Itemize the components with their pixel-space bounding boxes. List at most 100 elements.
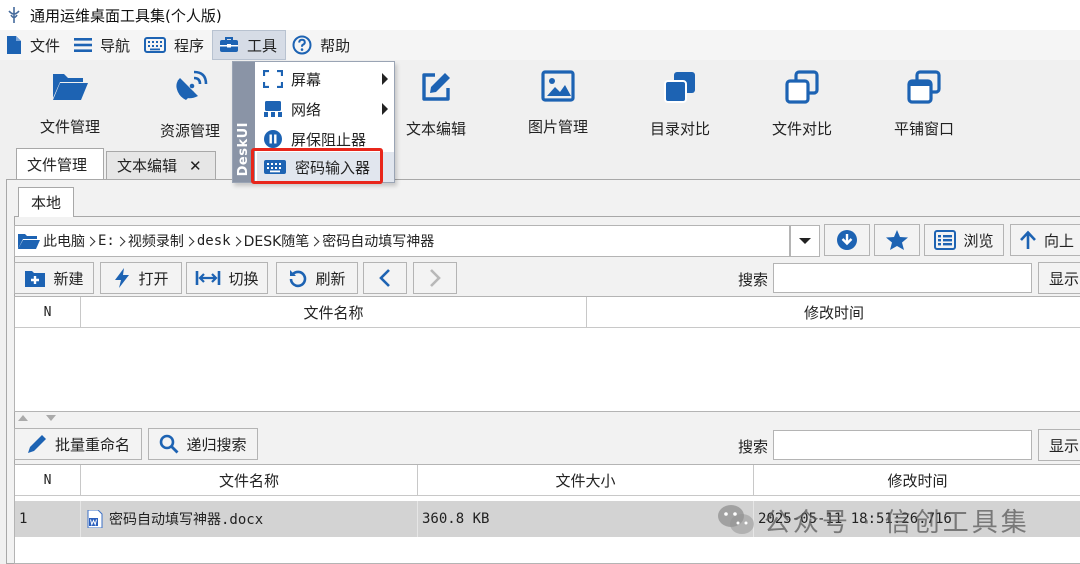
add-folder-icon bbox=[25, 271, 46, 287]
browse-button[interactable]: 浏览 bbox=[924, 224, 1004, 256]
tab-text-editor-label: 文本编辑 bbox=[117, 157, 178, 175]
breadcrumb-label: desk bbox=[196, 233, 231, 249]
lightning-icon bbox=[115, 268, 130, 288]
new-button[interactable]: 新建 bbox=[14, 262, 94, 294]
watermark: 公众号 · 信创工具集 bbox=[716, 500, 1030, 540]
path-dropdown-button[interactable] bbox=[790, 225, 820, 257]
toolbar-tile-windows-label: 平铺窗口 bbox=[893, 120, 954, 138]
menu-tools-label: 工具 bbox=[247, 36, 278, 55]
menu-programs-label: 程序 bbox=[174, 36, 205, 55]
path-bar[interactable]: 此电脑 E: 视频录制 desk DESK随笔 密码自动填写神器 bbox=[14, 225, 790, 257]
stacked-squares-icon bbox=[664, 72, 695, 103]
menu-item-screen[interactable]: 屏幕 bbox=[257, 64, 394, 94]
toolbar-image-manager[interactable]: 图片管理 bbox=[498, 62, 618, 152]
up-button[interactable]: 向上 bbox=[1010, 224, 1080, 256]
download-circle-icon bbox=[837, 230, 857, 250]
column-header-name[interactable]: 文件名称 bbox=[81, 297, 587, 328]
toolbox-icon bbox=[220, 37, 239, 52]
menu-item-screensaver-blocker-label: 屏保阻止器 bbox=[291, 130, 367, 149]
open-button[interactable]: 打开 bbox=[100, 262, 182, 294]
menu-tools[interactable]: 工具 bbox=[212, 30, 287, 60]
tab-file-manager-label: 文件管理 bbox=[27, 155, 88, 174]
column-header-n[interactable]: N bbox=[15, 465, 81, 496]
toolbar-dir-compare[interactable]: 目录对比 bbox=[620, 62, 740, 152]
download-button[interactable] bbox=[824, 224, 870, 256]
refresh-button-label: 刷新 bbox=[315, 269, 346, 288]
breadcrumb-item[interactable]: desk bbox=[197, 233, 244, 249]
watermark-text: 公众号 · 信创工具集 bbox=[764, 507, 1030, 538]
breadcrumb-item[interactable]: 此电脑 bbox=[43, 231, 98, 251]
search-label-bottom: 搜索 bbox=[738, 438, 769, 456]
folder-open-icon bbox=[53, 74, 88, 100]
recursive-search-button-label: 递归搜索 bbox=[186, 435, 247, 454]
satellite-dish-icon bbox=[176, 70, 208, 100]
tab-file-manager[interactable]: 文件管理 bbox=[16, 148, 104, 179]
menu-help-label: 帮助 bbox=[320, 36, 351, 55]
breadcrumb-item[interactable]: DESK随笔 bbox=[244, 231, 323, 251]
search-input-bottom[interactable] bbox=[773, 430, 1032, 460]
show-button-bottom-label: 显示 bbox=[1049, 436, 1080, 455]
batch-rename-button[interactable]: 批量重命名 bbox=[14, 428, 142, 460]
network-icon bbox=[264, 101, 282, 117]
toolbar-file-compare[interactable]: 文件对比 bbox=[742, 62, 862, 152]
column-header-name[interactable]: 文件名称 bbox=[81, 465, 418, 496]
batch-rename-button-label: 批量重命名 bbox=[54, 435, 130, 454]
switch-button[interactable]: 切换 bbox=[186, 262, 268, 294]
breadcrumb-item[interactable]: E: bbox=[98, 233, 128, 249]
panel-splitter[interactable] bbox=[14, 412, 1080, 426]
back-button[interactable] bbox=[363, 262, 407, 294]
menu-brand-text: DeskUI bbox=[236, 121, 251, 176]
menu-help[interactable]: 帮助 bbox=[286, 30, 358, 60]
close-icon[interactable]: ✕ bbox=[189, 157, 202, 175]
star-icon bbox=[886, 230, 908, 250]
toolbar-resource-manager-label: 资源管理 bbox=[159, 122, 220, 140]
menu-navigate[interactable]: 导航 bbox=[68, 30, 138, 60]
collapse-up-icon[interactable] bbox=[18, 415, 28, 421]
subtab-local-label: 本地 bbox=[30, 194, 61, 212]
collapse-down-icon[interactable] bbox=[46, 415, 56, 421]
new-button-label: 新建 bbox=[53, 269, 84, 288]
subtab-local[interactable]: 本地 bbox=[18, 187, 74, 217]
refresh-icon bbox=[290, 270, 307, 288]
menu-programs[interactable]: 程序 bbox=[138, 30, 212, 60]
favorite-button[interactable] bbox=[874, 224, 920, 256]
file-table-top: N 文件名称 修改时间 bbox=[14, 296, 1080, 412]
column-header-n[interactable]: N bbox=[15, 297, 81, 328]
refresh-button[interactable]: 刷新 bbox=[276, 262, 358, 294]
title-bar: 通用运维桌面工具集(个人版) bbox=[0, 0, 1080, 30]
app-logo-icon bbox=[8, 7, 20, 23]
forward-button[interactable] bbox=[413, 262, 457, 294]
menu-file[interactable]: 文件 bbox=[0, 30, 68, 60]
browse-button-label: 浏览 bbox=[963, 231, 994, 250]
menu-bar: 文件 导航 程序 工具 帮助 bbox=[0, 30, 1080, 60]
column-header-mtime[interactable]: 修改时间 bbox=[587, 297, 1080, 328]
toolbar-tile-windows[interactable]: 平铺窗口 bbox=[864, 62, 984, 152]
show-button-top[interactable]: 显示 bbox=[1038, 262, 1080, 294]
list-icon bbox=[934, 230, 957, 250]
breadcrumb-item[interactable]: 密码自动填写神器 bbox=[322, 231, 434, 251]
image-icon bbox=[541, 70, 575, 102]
toolbar-file-manager[interactable]: 文件管理 bbox=[10, 62, 130, 152]
breadcrumb-item[interactable]: 视频录制 bbox=[128, 231, 197, 251]
menu-item-network[interactable]: 网络 bbox=[257, 94, 394, 124]
column-header-mtime[interactable]: 修改时间 bbox=[754, 465, 1080, 496]
chevron-right-icon bbox=[115, 236, 126, 246]
search-label-top: 搜索 bbox=[738, 271, 769, 289]
recursive-search-button[interactable]: 递归搜索 bbox=[148, 428, 258, 460]
pause-circle-icon bbox=[264, 130, 282, 148]
screen-frame-icon bbox=[263, 70, 283, 88]
breadcrumb-label: DESK随笔 bbox=[243, 234, 310, 250]
toolbar-image-manager-label: 图片管理 bbox=[527, 118, 588, 136]
edit-square-icon bbox=[422, 73, 450, 101]
column-header-size[interactable]: 文件大小 bbox=[418, 465, 754, 496]
tab-text-editor[interactable]: 文本编辑 ✕ bbox=[106, 151, 216, 179]
show-button-bottom[interactable]: 显示 bbox=[1038, 429, 1080, 461]
chevron-right-icon bbox=[85, 236, 96, 246]
document-icon bbox=[7, 36, 21, 54]
menu-navigate-label: 导航 bbox=[100, 36, 131, 55]
search-icon bbox=[160, 434, 179, 454]
search-input-top[interactable] bbox=[773, 263, 1032, 293]
keyboard-icon bbox=[144, 37, 167, 53]
copy-squares-icon bbox=[785, 70, 819, 104]
word-doc-icon bbox=[87, 510, 103, 528]
